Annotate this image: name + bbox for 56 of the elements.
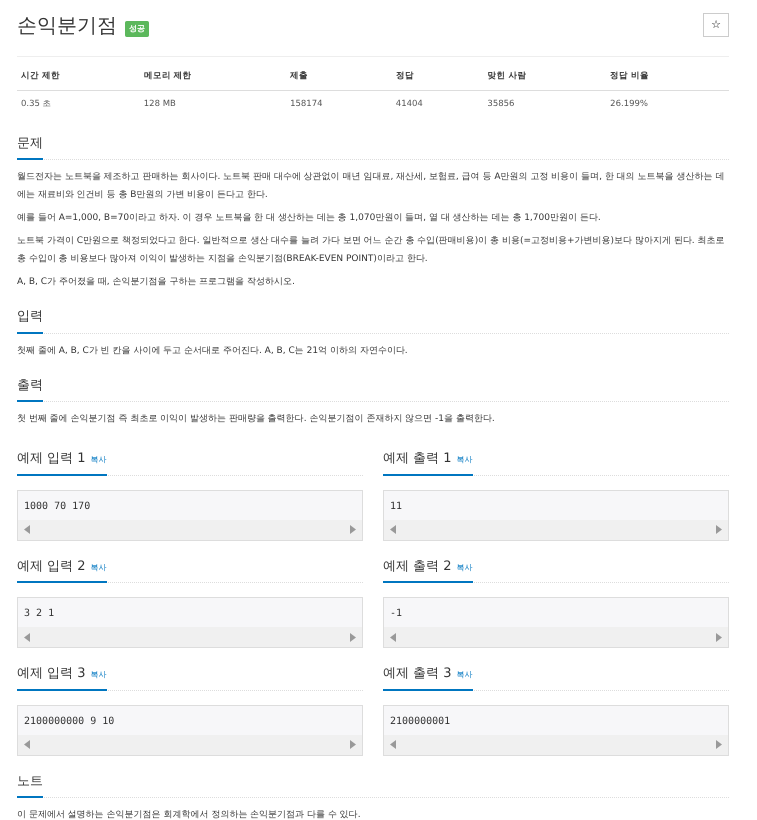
scroll-left-icon[interactable] [24, 740, 30, 749]
column-header: 정답 비율 [606, 63, 729, 90]
column-header: 정답 [392, 63, 484, 90]
scroll-right-icon[interactable] [350, 525, 356, 534]
problem-title: 손익분기점 [17, 12, 117, 39]
copy-link[interactable]: 복사 [456, 455, 473, 464]
scroll-right-icon[interactable] [716, 740, 722, 749]
section-heading-text: 예제 입력 2 [17, 558, 86, 574]
sample-text: 1000 70 170 [23, 500, 92, 514]
section-heading: 문제 [17, 128, 43, 160]
column-header: 메모리 제한 [140, 63, 286, 90]
scroll-left-icon[interactable] [24, 632, 30, 642]
scroll-right-icon[interactable] [716, 525, 722, 534]
table-cell: 0.35 초 [17, 90, 140, 118]
star-button[interactable]: ☆ [703, 13, 729, 37]
sample-text: 2100000001 [389, 714, 452, 728]
section-heading: 노트 [17, 766, 43, 798]
copy-link[interactable]: 복사 [456, 670, 473, 679]
paragraph: 노트북 가격이 C만원으로 책정되었다고 한다. 일반적으로 생산 대수를 늘려 가다 보면 어느 순간 총 수입(판매비용)이 총 비용(=고정비용+가변비용)보다 많아지게 된다. 최초로 총 수입이 총 비용보다 많아져 이익이 발생하는 지점을 손익분기점(BREAK-EVEN POINT)이라고 한다. [17, 235, 726, 266]
scroll-right-icon[interactable] [350, 740, 356, 749]
table-cell: 26.199% [606, 90, 729, 118]
paragraph: 월드전자는 노트북을 제조하고 판매하는 회사이다. 노트북 판매 대수에 상관없이 매년 임대료, 재산세, 보험료, 급여 등 A만원의 고정 비용이 들며, 한 대의 노트북을 생산하는 데에는 재료비와 인건비 등 총 B만원의 가변 비용이 든다고 한다. [17, 171, 726, 202]
section-heading: 입력 [17, 301, 43, 334]
copy-link[interactable]: 복사 [90, 670, 107, 679]
table-cell: 158174 [286, 90, 392, 118]
scroll-right-icon[interactable] [716, 632, 722, 642]
copy-link[interactable]: 복사 [456, 562, 473, 572]
copy-link[interactable]: 복사 [90, 562, 107, 572]
sample-text: -1 [389, 607, 404, 621]
scroll-left-icon[interactable] [390, 525, 396, 534]
scroll-left-icon[interactable] [390, 740, 396, 749]
table-cell: 41404 [392, 90, 484, 118]
section-heading: 출력 [17, 370, 43, 402]
scroll-right-icon[interactable] [350, 632, 356, 642]
paragraph: 첫 번째 줄에 손익분기점 즉 최초로 이익이 발생하는 판매량을 출력한다. 손익분기점이 존재하지 않으면 -1을 출력한다. [17, 413, 496, 426]
paragraph: 예를 들어 A=1,000, B=70이라고 하자. 이 경우 노트북을 한 대 생산하는 데는 총 1,070만원이 들며, 열 대 생산하는 데는 총 1,700만원이 든다. [17, 212, 602, 225]
section-heading-text: 예제 출력 3 [383, 666, 452, 681]
sample-text: 2100000000 9 10 [23, 714, 116, 728]
table-cell: 128 MB [140, 90, 286, 118]
section-heading-text: 예제 출력 1 [383, 451, 452, 466]
table-cell: 35856 [483, 90, 606, 118]
paragraph: A, B, C가 주어졌을 때, 손익분기점을 구하는 프로그램을 작성하시오. [17, 276, 296, 289]
column-header: 맞힌 사람 [483, 63, 606, 90]
sample-text: 11 [389, 500, 404, 514]
column-header: 시간 제한 [17, 63, 140, 90]
sample-text: 3 2 1 [23, 607, 56, 621]
scroll-left-icon[interactable] [390, 632, 396, 642]
scroll-left-icon[interactable] [24, 525, 30, 534]
section-heading-text: 예제 출력 2 [383, 558, 452, 574]
section-heading-text: 예제 입력 1 [17, 451, 86, 466]
paragraph: 이 문제에서 설명하는 손익분기점은 회계학에서 정의하는 손익분기점과 다를 수 있다. [17, 809, 362, 820]
copy-link[interactable]: 복사 [90, 455, 107, 464]
section-heading-text: 예제 입력 3 [17, 666, 86, 681]
status-label: 성공 [125, 21, 149, 37]
paragraph: 첫째 줄에 A, B, C가 빈 칸을 사이에 두고 순서대로 주어진다. A, B, C는 21억 이하의 자연수이다. [17, 344, 409, 358]
column-header: 제출 [286, 63, 392, 90]
